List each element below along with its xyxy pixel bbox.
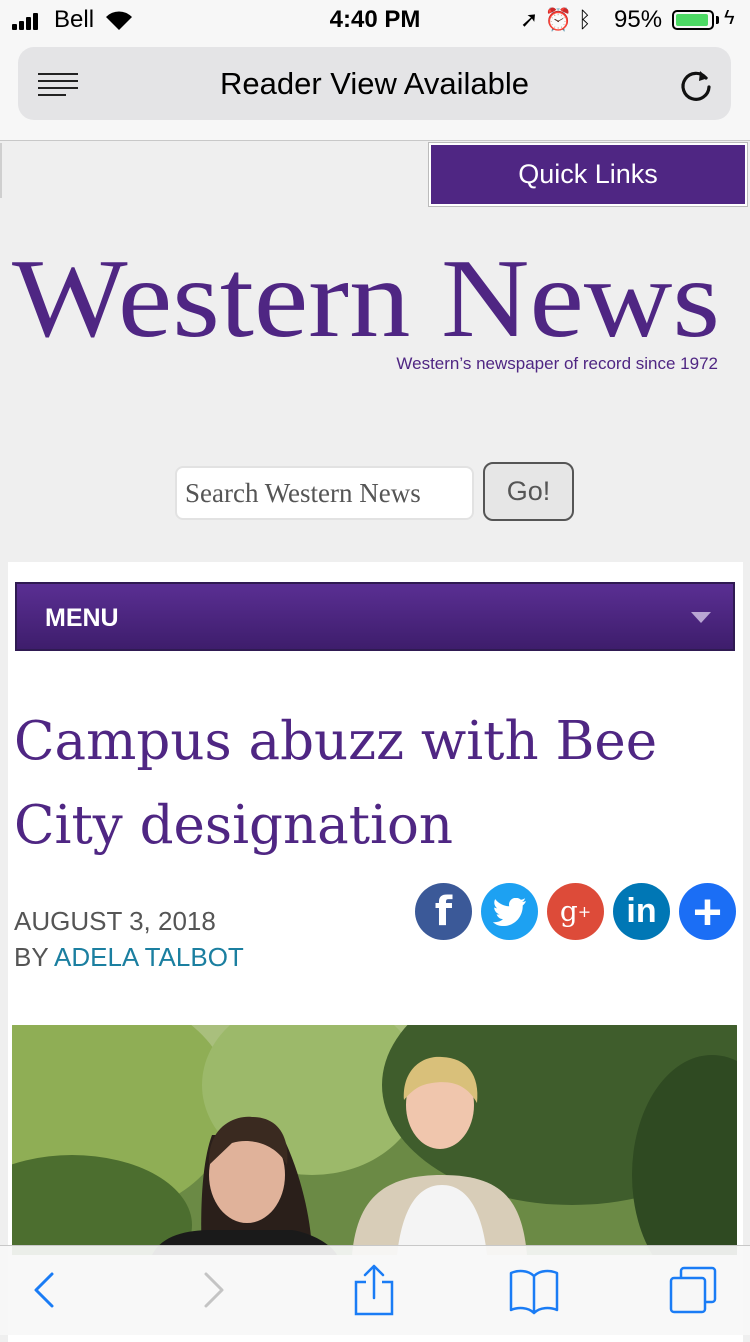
article-headline: Campus abuzz with Bee City designation <box>14 711 658 856</box>
twitter-icon[interactable] <box>481 883 538 940</box>
tagline: Western’s newspaper of record since 1972 <box>396 354 718 373</box>
menu-label: MENU <box>45 604 119 632</box>
alarm-icon: ⏰ <box>544 7 572 32</box>
reload-icon[interactable] <box>678 67 714 103</box>
menu-toggle[interactable]: MENU <box>14 581 736 652</box>
share-icon[interactable] <box>348 1264 400 1316</box>
linkedin-icon[interactable]: in <box>613 883 670 940</box>
forward-icon[interactable] <box>186 1264 238 1316</box>
bookmarks-icon[interactable] <box>508 1264 560 1316</box>
status-bar: Bell 4:40 PM ➚ ⏰ ᛒ 95% ϟ <box>0 0 750 40</box>
location-icon: ➚ <box>520 7 539 32</box>
bluetooth-icon: ᛒ <box>578 7 592 32</box>
browser-toolbar <box>0 1245 750 1335</box>
charging-icon: ϟ <box>724 7 735 29</box>
google-plus-icon[interactable]: g + <box>547 883 604 940</box>
chevron-down-icon <box>691 612 711 623</box>
browser-address-area: Reader View Available <box>0 40 750 141</box>
quick-links-button[interactable]: Quick Links <box>428 142 748 207</box>
search-input[interactable] <box>175 466 474 520</box>
byline-prefix: BY <box>14 942 49 972</box>
battery-percent: 95% <box>614 6 663 33</box>
tabs-icon[interactable] <box>667 1264 719 1316</box>
search-go-button[interactable]: Go! <box>483 462 574 521</box>
article-byline: BY ADELA TALBOT <box>14 942 244 973</box>
battery-icon <box>672 10 714 30</box>
facebook-icon[interactable]: f <box>415 883 472 940</box>
article-date: AUGUST 3, 2018 <box>14 906 216 936</box>
author-link[interactable]: ADELA TALBOT <box>54 942 244 972</box>
address-bar[interactable]: Reader View Available <box>18 47 731 120</box>
address-bar-title: Reader View Available <box>219 66 530 101</box>
back-icon[interactable] <box>20 1264 72 1316</box>
western-news-logo[interactable]: Western News <box>12 250 720 340</box>
article-photo[interactable] <box>12 1025 737 1255</box>
svg-text:Western News: Western News <box>12 250 720 340</box>
add-icon[interactable]: + <box>679 883 736 940</box>
